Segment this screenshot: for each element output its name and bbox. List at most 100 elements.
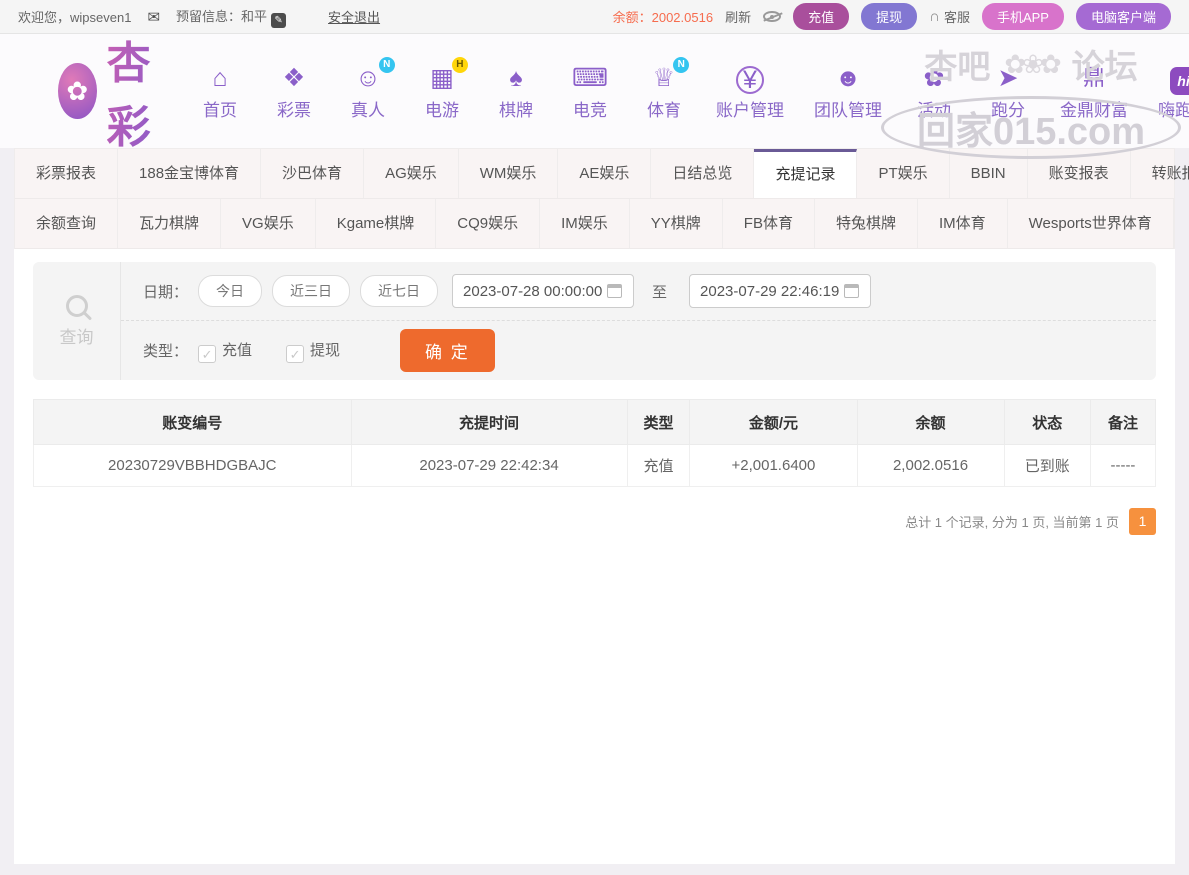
message-icon[interactable]: ✉ [147, 8, 160, 26]
site-header: ✿ 杏彩 ⌂ 首页 ❖ 彩票 ☺N 真人 ▦H 电游 ♠ 棋牌 ⌨ 电竞 ♕N … [0, 34, 1189, 148]
cell-type: 充值 [627, 445, 690, 487]
nav-item[interactable]: ☻ 团队管理 [814, 62, 882, 121]
hide-balance-icon[interactable] [763, 11, 781, 22]
refresh-link[interactable]: 刷新 [725, 7, 751, 26]
activity-gift-icon: ✿ [924, 62, 945, 94]
home-icon: ⌂ [212, 62, 227, 94]
tab[interactable]: WM娱乐 [459, 149, 559, 198]
account-yuan-icon: ¥ [736, 66, 764, 94]
calendar-icon[interactable] [607, 284, 622, 298]
tab[interactable]: 特兔棋牌 [815, 199, 918, 248]
jinding-cauldron-icon: 鼎 [1083, 62, 1105, 94]
col-header: 充提时间 [351, 400, 627, 445]
cell-balance: 2,002.0516 [857, 445, 1004, 487]
col-header: 状态 [1004, 400, 1090, 445]
tab[interactable]: 余额查询 [15, 199, 118, 248]
pc-client-button[interactable]: 电脑客户端 [1076, 3, 1171, 30]
quick-7days-button[interactable]: 近七日 [360, 275, 438, 307]
col-header: 金额/元 [690, 400, 857, 445]
tab[interactable]: 188金宝博体育 [118, 149, 261, 198]
logo-flower-icon: ✿ [58, 63, 97, 119]
tab[interactable]: IM体育 [918, 199, 1008, 248]
logout-link[interactable]: 安全退出 [328, 7, 380, 26]
withdraw-button[interactable]: 提现 [861, 3, 917, 30]
tab[interactable]: BBIN [950, 149, 1028, 198]
query-filter: 查询 日期： 今日 近三日 近七日 至 类型： 充值 [33, 262, 1156, 380]
type-deposit-option[interactable]: 充值 [198, 339, 252, 363]
tab[interactable]: PT娱乐 [857, 149, 949, 198]
checkbox-icon[interactable] [198, 345, 216, 363]
sports-trophy-icon: ♕N [653, 62, 675, 94]
tab[interactable]: Kgame棋牌 [316, 199, 437, 248]
tab-row-1: 彩票报表188金宝博体育沙巴体育AG娱乐WM娱乐AE娱乐日结总览充提记录PT娱乐… [15, 149, 1174, 199]
welcome-text: 欢迎您，wipseven1 [18, 7, 131, 26]
tab[interactable]: IM娱乐 [540, 199, 630, 248]
table-row: 20230729VBBHDGBAJC 2023-07-29 22:42:34 充… [34, 445, 1156, 487]
tab[interactable]: 彩票报表 [15, 149, 118, 198]
reserved-info: 预留信息：和平✎ [176, 6, 286, 28]
page-1-button[interactable]: 1 [1129, 508, 1156, 535]
customer-service-link[interactable]: ∩ 客服 [929, 7, 970, 26]
nav-item[interactable]: ⌨ 电竞 [568, 62, 612, 121]
tab[interactable]: 充提记录 [754, 149, 857, 198]
tab[interactable]: AE娱乐 [558, 149, 651, 198]
tab[interactable]: AG娱乐 [364, 149, 459, 198]
nav-item[interactable]: ▦H 电游 [420, 62, 464, 121]
live-person-icon: ☺N [355, 62, 381, 94]
tab[interactable]: YY棋牌 [630, 199, 723, 248]
cell-status: 已到账 [1004, 445, 1090, 487]
date-to-input[interactable] [698, 282, 844, 301]
confirm-button[interactable]: 确 定 [400, 329, 495, 372]
nav-item[interactable]: hi 嗨跑分 [1158, 62, 1189, 121]
nav-item[interactable]: ☺N 真人 [346, 62, 390, 121]
tab[interactable]: 账变报表 [1028, 149, 1131, 198]
quick-3days-button[interactable]: 近三日 [272, 275, 350, 307]
logo-text: 杏彩 [107, 27, 170, 155]
date-filter-row: 日期： 今日 近三日 近七日 至 [121, 262, 1156, 321]
tab-row-2: 余额查询瓦力棋牌VG娱乐Kgame棋牌CQ9娱乐IM娱乐YY棋牌FB体育特兔棋牌… [15, 199, 1174, 249]
checkbox-icon[interactable] [286, 345, 304, 363]
search-icon [66, 295, 88, 317]
tab[interactable]: FB体育 [723, 199, 815, 248]
query-button[interactable]: 查询 [33, 262, 121, 380]
tab[interactable]: CQ9娱乐 [436, 199, 540, 248]
mobile-app-button[interactable]: 手机APP [982, 3, 1064, 30]
main-nav: ⌂ 首页 ❖ 彩票 ☺N 真人 ▦H 电游 ♠ 棋牌 ⌨ 电竞 ♕N 体育 ¥ … [198, 62, 1189, 121]
calendar-icon[interactable] [844, 284, 859, 298]
nav-item[interactable]: ¥ 账户管理 [716, 64, 784, 121]
deposit-button[interactable]: 充值 [793, 3, 849, 30]
nav-item[interactable]: ➤ 跑分 [986, 62, 1030, 121]
col-header: 账变编号 [34, 400, 352, 445]
records-table: 账变编号 充提时间 类型 金额/元 余额 状态 备注 20230729VBBHD… [33, 399, 1156, 487]
tab[interactable]: 日结总览 [651, 149, 754, 198]
cell-change-id: 20230729VBBHDGBAJC [34, 445, 352, 487]
egame-icon: ▦H [430, 62, 454, 94]
pagination-summary: 总计 1 个记录, 分为 1 页, 当前第 1 页 [905, 512, 1119, 531]
nav-item[interactable]: ⌂ 首页 [198, 62, 242, 121]
tab[interactable]: 瓦力棋牌 [118, 199, 221, 248]
nav-item[interactable]: ♠ 棋牌 [494, 62, 538, 121]
quick-today-button[interactable]: 今日 [198, 275, 262, 307]
date-from-input[interactable] [461, 282, 607, 301]
nav-item[interactable]: ❖ 彩票 [272, 62, 316, 121]
table-header-row: 账变编号 充提时间 类型 金额/元 余额 状态 备注 [34, 400, 1156, 445]
type-label: 类型： [143, 340, 188, 361]
nav-item[interactable]: 鼎 金鼎财富 [1060, 62, 1128, 121]
type-withdraw-option[interactable]: 提现 [286, 339, 340, 363]
date-label: 日期： [143, 281, 188, 302]
tab[interactable]: 转账报表 [1131, 149, 1189, 198]
col-header: 类型 [627, 400, 690, 445]
edit-icon[interactable]: ✎ [271, 13, 286, 28]
tab[interactable]: 沙巴体育 [261, 149, 364, 198]
cell-time: 2023-07-29 22:42:34 [351, 445, 627, 487]
site-logo[interactable]: ✿ 杏彩 [58, 27, 170, 155]
nav-item[interactable]: ✿ 活动 [912, 62, 956, 121]
col-header: 余额 [857, 400, 1004, 445]
nav-item[interactable]: ♕N 体育 [642, 62, 686, 121]
type-filter-row: 类型： 充值 提现 确 定 [121, 321, 1156, 380]
tab[interactable]: Wesports世界体育 [1008, 199, 1174, 248]
tab[interactable]: VG娱乐 [221, 199, 316, 248]
chess-cards-icon: ♠ [509, 62, 522, 94]
date-from-box [452, 274, 634, 308]
report-tabs: 彩票报表188金宝博体育沙巴体育AG娱乐WM娱乐AE娱乐日结总览充提记录PT娱乐… [14, 148, 1175, 249]
